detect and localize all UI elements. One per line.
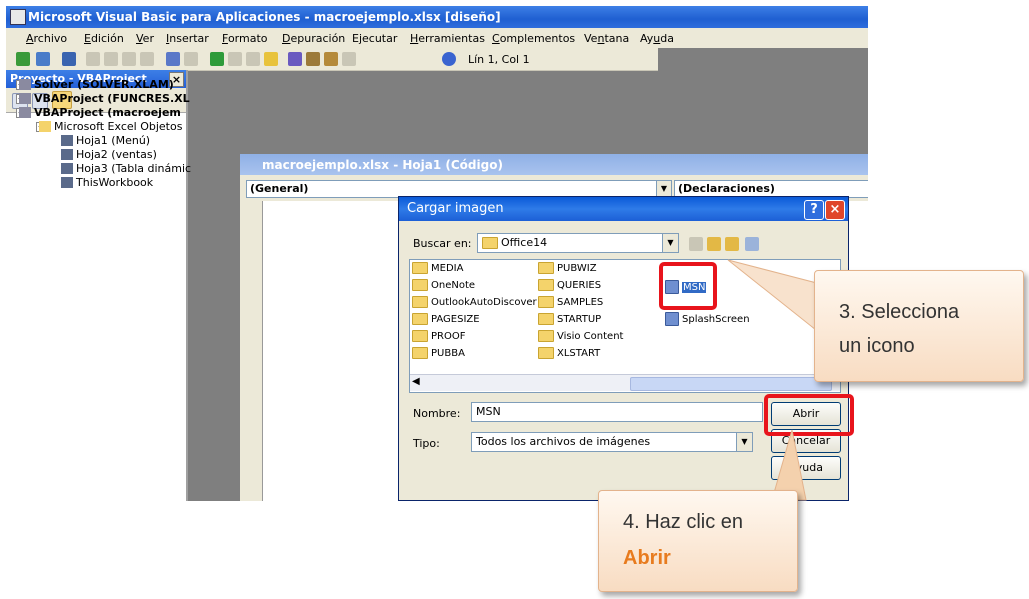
- step3-line2: un icono: [839, 335, 915, 357]
- step3-line1: 3. Selecciona: [839, 301, 960, 323]
- step4-callout: 4. Haz clic en Abrir: [598, 490, 798, 592]
- step4-line2: Abrir: [623, 547, 671, 569]
- step3-callout: 3. Selecciona un icono: [814, 270, 1024, 382]
- step4-line1: 4. Haz clic en: [623, 511, 744, 533]
